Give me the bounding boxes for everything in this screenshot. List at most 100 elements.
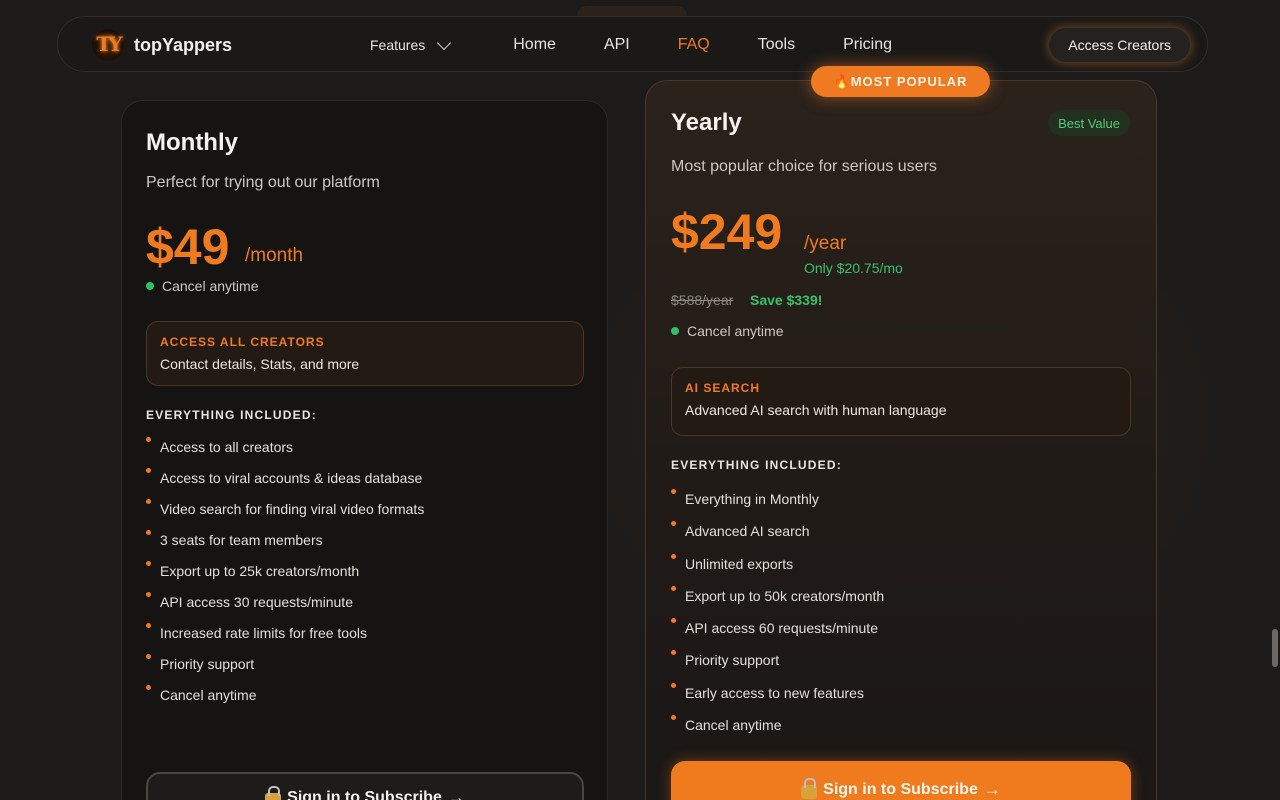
cancel-note: Cancel anytime xyxy=(671,323,784,339)
nav-item-pricing[interactable]: Pricing xyxy=(843,36,892,54)
highlight-box: ACCESS ALL CREATORS Contact details, Sta… xyxy=(146,321,584,386)
chevron-down-icon xyxy=(437,35,452,50)
scrollbar[interactable] xyxy=(1272,629,1278,667)
bullet-dot-icon xyxy=(146,654,151,659)
feature-text: Unlimited exports xyxy=(685,555,794,572)
bullet-dot-icon xyxy=(146,561,151,566)
nav-item-label: Features xyxy=(370,37,426,53)
bullet-dot-icon xyxy=(671,715,676,721)
list-item: Video search for finding viral video for… xyxy=(146,499,425,532)
highlight-text: Advanced AI search with human language xyxy=(685,402,947,418)
list-item: Unlimited exports xyxy=(671,553,884,588)
list-item: 3 seats for team members xyxy=(146,530,424,563)
feature-text: Export up to 25k creators/month xyxy=(160,563,360,579)
nav-item-api[interactable]: API xyxy=(604,36,630,54)
nav-links: Features Home API FAQ Tools Pricing xyxy=(370,17,940,73)
cancel-note-text: Cancel anytime xyxy=(162,278,259,294)
bullet-dot-icon xyxy=(146,530,151,535)
list-item: Export up to 25k creators/month xyxy=(146,561,424,594)
nav-item-label: Home xyxy=(513,36,556,53)
list-item: Cancel anytime xyxy=(671,715,884,749)
list-item: API access 30 requests/minute xyxy=(146,592,424,625)
bullet-dot-icon xyxy=(671,682,676,688)
nav-item-label: Pricing xyxy=(843,36,893,53)
plan-period: /year xyxy=(804,233,847,254)
access-creators-button[interactable]: Access Creators xyxy=(1048,27,1191,63)
feature-text: Export up to 50k creators/month xyxy=(685,587,885,604)
plan-period: /month xyxy=(245,245,304,266)
feature-text: Access to all creators xyxy=(160,439,294,455)
nav-item-tools[interactable]: Tools xyxy=(758,36,795,54)
feature-text: Access to viral accounts & ideas databas… xyxy=(160,470,423,486)
feature-text: Priority support xyxy=(160,656,255,672)
list-item: Everything in Monthly xyxy=(671,489,884,523)
list-item: Cancel anytime xyxy=(146,685,424,718)
pricing-card-monthly: Monthly Perfect for trying out our platf… xyxy=(121,100,608,800)
feature-text: Video search for finding viral video for… xyxy=(160,501,425,517)
bullet-dot-icon xyxy=(671,650,676,656)
pricing-card-yearly: Best Value Yearly Most popular choice fo… xyxy=(645,80,1157,800)
best-value-badge: Best Value xyxy=(1048,110,1130,136)
arrow-right-icon: → xyxy=(983,780,1001,799)
bullet-dot-icon xyxy=(146,623,151,628)
logo-icon: TY xyxy=(92,29,124,61)
included-heading: EVERYTHING INCLUDED: xyxy=(146,408,317,422)
bullet-dot-icon xyxy=(146,685,151,690)
bullet-dot-icon xyxy=(671,585,676,591)
highlight-box: AI SEARCH Advanced AI search with human … xyxy=(671,367,1131,436)
plan-description: Perfect for trying out our platform xyxy=(146,174,380,191)
lock-icon xyxy=(265,786,282,800)
bullet-dot-icon xyxy=(671,489,676,494)
nav-item-label: API xyxy=(603,36,630,53)
status-dot-icon xyxy=(146,282,154,290)
list-item: Early access to new features xyxy=(671,682,884,717)
nav-item-label: Tools xyxy=(757,36,796,53)
feature-list: Access to all creators Access to viral a… xyxy=(146,437,425,718)
feature-text: 3 seats for team members xyxy=(160,532,323,548)
highlight-title: ACCESS ALL CREATORS xyxy=(160,335,325,349)
feature-list: Everything in Monthly Advanced AI search… xyxy=(671,489,885,749)
bullet-dot-icon xyxy=(146,468,151,473)
feature-text: Cancel anytime xyxy=(685,717,782,734)
highlight-text: Contact details, Stats, and more xyxy=(160,356,360,372)
lock-icon xyxy=(801,778,818,799)
savings-text: Save $339! xyxy=(750,292,823,308)
logo-letters: TY xyxy=(96,32,122,56)
list-item: Access to viral accounts & ideas databas… xyxy=(146,468,424,501)
bullet-dot-icon xyxy=(146,499,151,504)
nav-item-features[interactable]: Features xyxy=(370,35,452,53)
list-item: Priority support xyxy=(671,650,884,684)
feature-text: API access 60 requests/minute xyxy=(685,620,878,637)
feature-text: Everything in Monthly xyxy=(685,491,819,507)
subscribe-button-yearly[interactable]: Sign in to Subscribe → xyxy=(671,761,1131,800)
plan-price: $249 xyxy=(671,204,783,260)
subscribe-button-monthly[interactable]: Sign in to Subscribe → xyxy=(146,772,584,800)
arrow-right-icon: → xyxy=(447,788,465,800)
brand-name: topYappers xyxy=(134,34,233,55)
plan-description: Most popular choice for serious users xyxy=(671,158,937,175)
feature-text: API access 30 requests/minute xyxy=(160,594,353,610)
feature-text: Advanced AI search xyxy=(685,523,810,540)
list-item: Priority support xyxy=(146,654,424,687)
button-label: Sign in to Subscribe xyxy=(823,781,978,798)
list-item: API access 60 requests/minute xyxy=(671,618,884,652)
plan-title: Monthly xyxy=(146,129,238,156)
bullet-dot-icon xyxy=(671,521,676,527)
brand[interactable]: TY topYappers xyxy=(92,29,232,61)
list-item: Access to all creators xyxy=(146,437,424,470)
feature-text: Early access to new features xyxy=(685,684,864,701)
monthly-equivalent: Only $20.75/mo xyxy=(804,260,903,276)
feature-text: Cancel anytime xyxy=(160,687,257,703)
cancel-note: Cancel anytime xyxy=(146,278,259,294)
included-heading: EVERYTHING INCLUDED: xyxy=(671,458,842,472)
feature-text: Priority support xyxy=(685,652,780,669)
list-item: Export up to 50k creators/month xyxy=(671,585,885,620)
highlight-title: AI SEARCH xyxy=(685,381,761,395)
nav-item-home[interactable]: Home xyxy=(513,36,556,54)
top-navbar: TY topYappers Features Home API FAQ Tool… xyxy=(57,16,1208,72)
nav-item-faq[interactable]: FAQ xyxy=(678,36,710,54)
feature-text: Increased rate limits for free tools xyxy=(160,625,367,641)
status-dot-icon xyxy=(671,327,679,335)
plan-price: $49 xyxy=(146,219,230,275)
plan-title: Yearly xyxy=(671,109,742,136)
